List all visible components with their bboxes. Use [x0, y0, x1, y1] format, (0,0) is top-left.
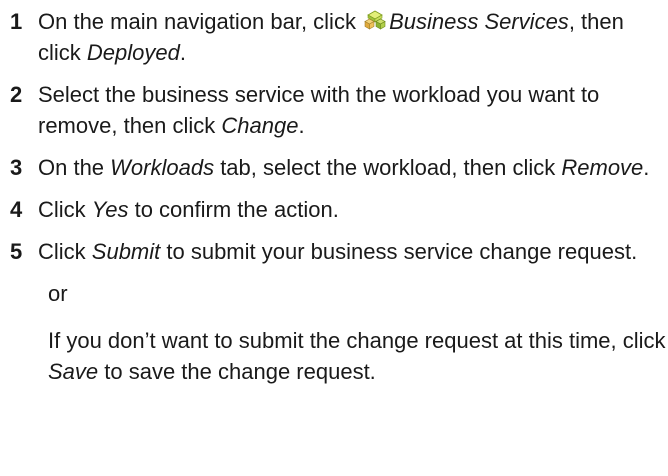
or-separator: or — [48, 281, 68, 306]
step-text: Click Yes to confirm the action. — [38, 197, 339, 222]
step-number: 3 — [10, 155, 23, 180]
alternative-instruction: If you don’t want to submit the change r… — [48, 328, 666, 384]
step-text: On the Workloads tab, select the workloa… — [38, 155, 650, 180]
step-number: 1 — [10, 9, 23, 34]
step-5: 5 Click Submit to submit your business s… — [10, 236, 668, 267]
step-number: 4 — [10, 197, 23, 222]
step-2: 2 Select the business service with the w… — [10, 79, 668, 141]
step-1: 1 On the main navigation bar, click Busi… — [10, 6, 668, 68]
step-number: 2 — [10, 82, 23, 107]
procedure-steps: 1 On the main navigation bar, click Busi… — [0, 0, 668, 387]
business-services-icon — [364, 9, 386, 31]
step-number: 5 — [10, 239, 23, 264]
step-4: 4 Click Yes to confirm the action. — [10, 194, 668, 225]
step-text: Select the business service with the wor… — [38, 82, 600, 138]
step-text: Click Submit to submit your business ser… — [38, 239, 638, 264]
step-3: 3 On the Workloads tab, select the workl… — [10, 152, 668, 183]
step-text: On the main navigation bar, click Busine… — [38, 9, 624, 65]
